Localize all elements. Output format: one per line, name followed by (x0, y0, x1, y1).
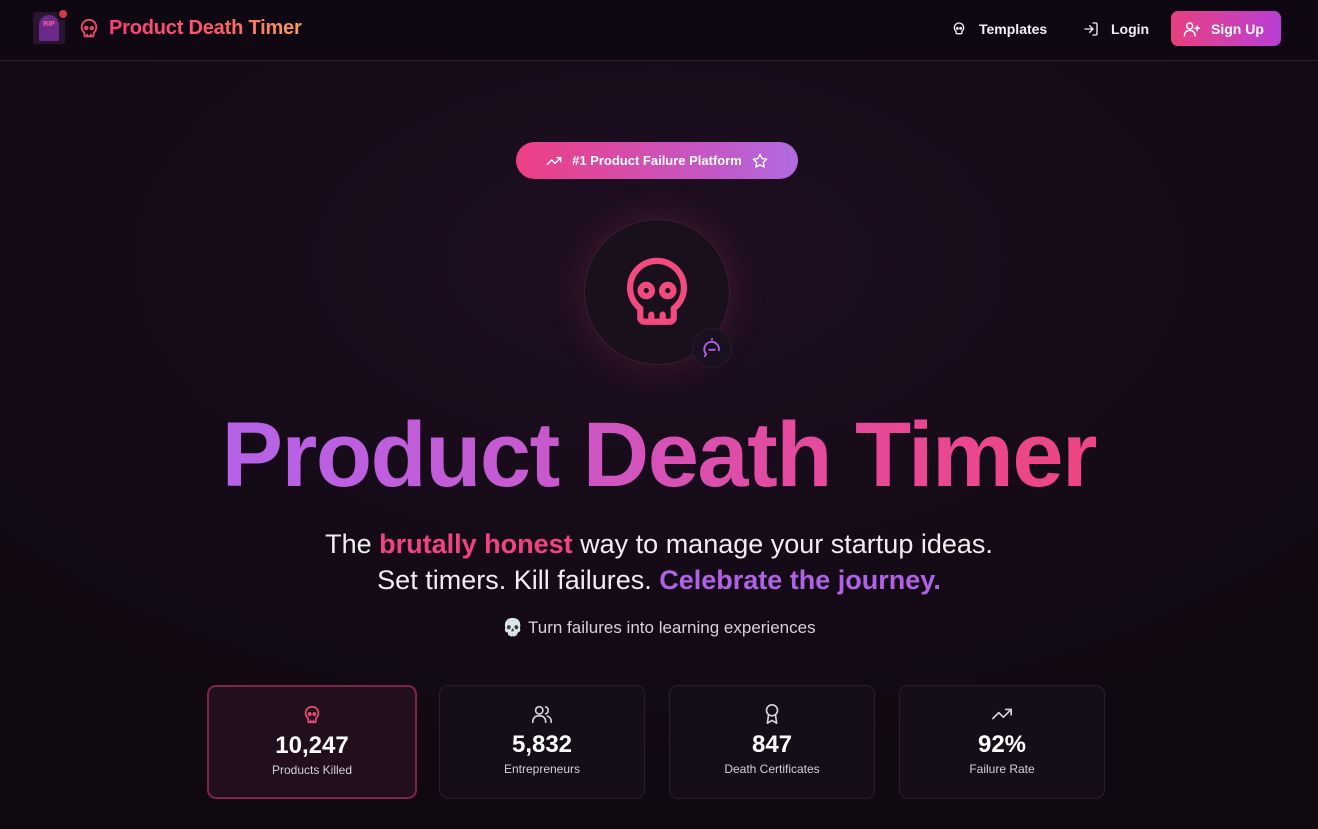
logo-text: RIP (43, 21, 55, 28)
stat-label: Entrepreneurs (503, 762, 581, 776)
stat-value: 92% (977, 731, 1027, 758)
trending-up-icon (546, 156, 562, 165)
nav-templates-link[interactable]: Templates (951, 18, 1047, 40)
top-navbar: RIP Product Death Timer Templates Login … (0, 0, 1318, 61)
star-icon (752, 153, 768, 168)
stat-label: Products Killed (271, 763, 353, 777)
hero-subtitle-line-2: Set timers. Kill failures. Celebrate the… (0, 563, 1318, 597)
stat-card-failure-rate[interactable]: 92% Failure Rate (899, 685, 1105, 799)
hero-title-text: Product Death Timer (221, 404, 1098, 506)
trending-up-icon (992, 708, 1012, 720)
stat-card-death-certificates[interactable]: 847 Death Certificates (669, 685, 875, 799)
brand-title[interactable]: Product Death Timer (109, 17, 302, 40)
stat-value: 10,247 (275, 732, 349, 759)
tombstone-icon: RIP (39, 15, 59, 41)
stat-value: 5,832 (511, 731, 573, 758)
nav-templates-label: Templates (979, 21, 1048, 37)
user-plus-icon (1183, 21, 1201, 36)
hero-subtitle-line-1: The brutally honest way to manage your s… (0, 527, 1318, 561)
subtitle-1-post: way to manage your startup ideas. (572, 529, 993, 559)
users-icon (532, 705, 552, 724)
nav-login-label: Login (1111, 21, 1150, 37)
sign-up-button[interactable]: Sign Up (1171, 11, 1281, 46)
skull-icon (626, 257, 688, 325)
stat-card-entrepreneurs[interactable]: 5,832 Entrepreneurs (439, 685, 645, 799)
subtitle-2-pre: Set timers. Kill failures. (377, 565, 660, 595)
stat-label: Failure Rate (969, 762, 1035, 776)
skull-icon (80, 18, 98, 38)
hero-tagline: 💀 Turn failures into learning experience… (502, 618, 816, 637)
nav-login-link[interactable]: Login (1083, 18, 1149, 40)
skull-icon (304, 705, 320, 724)
subtitle-2-highlight: Celebrate the journey. (659, 565, 941, 595)
hero-title: Product Death Timer (0, 405, 1318, 505)
skull-icon (953, 22, 965, 35)
platform-badge: #1 Product Failure Platform (516, 142, 798, 179)
badge-label: #1 Product Failure Platform (572, 153, 742, 168)
subtitle-1-pre: The (325, 529, 380, 559)
award-icon (765, 704, 779, 724)
timer-icon (703, 337, 720, 358)
subtitle-1-highlight: brutally honest (379, 529, 573, 559)
notification-dot (57, 8, 69, 20)
stat-card-products-killed[interactable]: 10,247 Products Killed (207, 685, 417, 799)
stat-label: Death Certificates (724, 762, 820, 776)
sign-up-label: Sign Up (1211, 20, 1264, 37)
login-icon (1084, 22, 1098, 36)
timer-badge (692, 328, 732, 368)
stat-value: 847 (751, 731, 793, 758)
